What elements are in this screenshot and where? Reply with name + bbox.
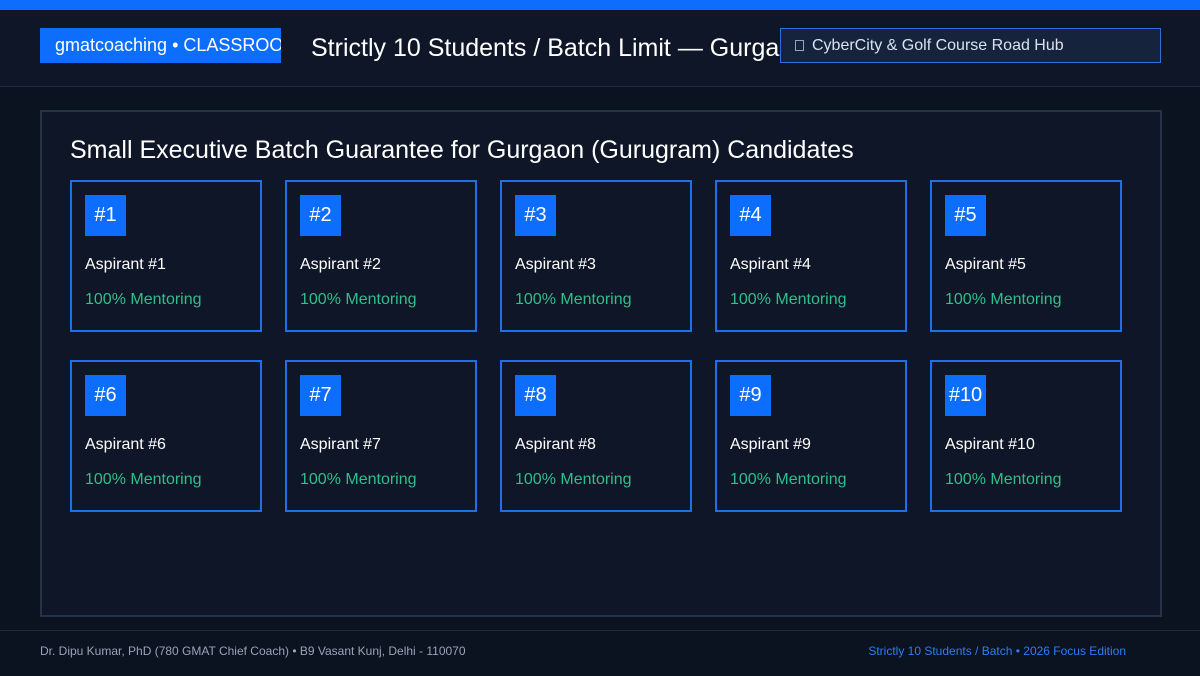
mentoring-status: 100% Mentoring xyxy=(515,471,632,488)
student-card: #2 Aspirant #2 100% Mentoring xyxy=(285,180,477,332)
seat-number-badge: #10 xyxy=(945,375,986,416)
student-card: #4 Aspirant #4 100% Mentoring xyxy=(715,180,907,332)
footer-bar: Dr. Dipu Kumar, PhD (780 GMAT Chief Coac… xyxy=(0,630,1200,676)
location-label: CyberCity & Golf Course Road Hub xyxy=(812,37,1064,54)
student-card: #7 Aspirant #7 100% Mentoring xyxy=(285,360,477,512)
student-name: Aspirant #6 xyxy=(85,436,166,453)
student-name: Aspirant #1 xyxy=(85,256,166,273)
building-icon xyxy=(795,40,804,51)
batch-panel: Small Executive Batch Guarantee for Gurg… xyxy=(40,110,1162,617)
location-badge: CyberCity & Golf Course Road Hub xyxy=(780,28,1161,63)
top-accent-bar xyxy=(0,0,1200,10)
student-name: Aspirant #7 xyxy=(300,436,381,453)
student-name: Aspirant #10 xyxy=(945,436,1035,453)
seat-number-badge: #8 xyxy=(515,375,556,416)
mentoring-status: 100% Mentoring xyxy=(515,291,632,308)
brand-label: gmatcoaching • CLASSROOM xyxy=(55,35,281,55)
seat-number-badge: #2 xyxy=(300,195,341,236)
student-name: Aspirant #2 xyxy=(300,256,381,273)
mentoring-status: 100% Mentoring xyxy=(300,291,417,308)
mentoring-status: 100% Mentoring xyxy=(730,471,847,488)
header-bar: gmatcoaching • CLASSROOM Strictly 10 Stu… xyxy=(0,10,1200,87)
student-card: #3 Aspirant #3 100% Mentoring xyxy=(500,180,692,332)
seat-number-badge: #5 xyxy=(945,195,986,236)
student-name: Aspirant #3 xyxy=(515,256,596,273)
student-card: #6 Aspirant #6 100% Mentoring xyxy=(70,360,262,512)
footer-contact: Dr. Dipu Kumar, PhD (780 GMAT Chief Coac… xyxy=(40,644,466,658)
mentoring-status: 100% Mentoring xyxy=(300,471,417,488)
footer-edition: Strictly 10 Students / Batch • 2026 Focu… xyxy=(868,644,1126,658)
page-title: Strictly 10 Students / Batch Limit — Gur… xyxy=(311,34,781,62)
student-name: Aspirant #9 xyxy=(730,436,811,453)
seat-number-badge: #7 xyxy=(300,375,341,416)
seat-number-badge: #4 xyxy=(730,195,771,236)
student-card: #9 Aspirant #9 100% Mentoring xyxy=(715,360,907,512)
student-name: Aspirant #4 xyxy=(730,256,811,273)
seat-number-badge: #3 xyxy=(515,195,556,236)
student-card: #1 Aspirant #1 100% Mentoring xyxy=(70,180,262,332)
student-name: Aspirant #8 xyxy=(515,436,596,453)
seat-number-badge: #6 xyxy=(85,375,126,416)
brand-badge: gmatcoaching • CLASSROOM xyxy=(40,28,281,63)
seat-number-badge: #1 xyxy=(85,195,126,236)
mentoring-status: 100% Mentoring xyxy=(730,291,847,308)
panel-title: Small Executive Batch Guarantee for Gurg… xyxy=(70,136,854,164)
mentoring-status: 100% Mentoring xyxy=(945,291,1062,308)
seat-number-badge: #9 xyxy=(730,375,771,416)
student-card: #10 Aspirant #10 100% Mentoring xyxy=(930,360,1122,512)
mentoring-status: 100% Mentoring xyxy=(85,471,202,488)
student-card: #8 Aspirant #8 100% Mentoring xyxy=(500,360,692,512)
student-card: #5 Aspirant #5 100% Mentoring xyxy=(930,180,1122,332)
mentoring-status: 100% Mentoring xyxy=(85,291,202,308)
student-name: Aspirant #5 xyxy=(945,256,1026,273)
mentoring-status: 100% Mentoring xyxy=(945,471,1062,488)
